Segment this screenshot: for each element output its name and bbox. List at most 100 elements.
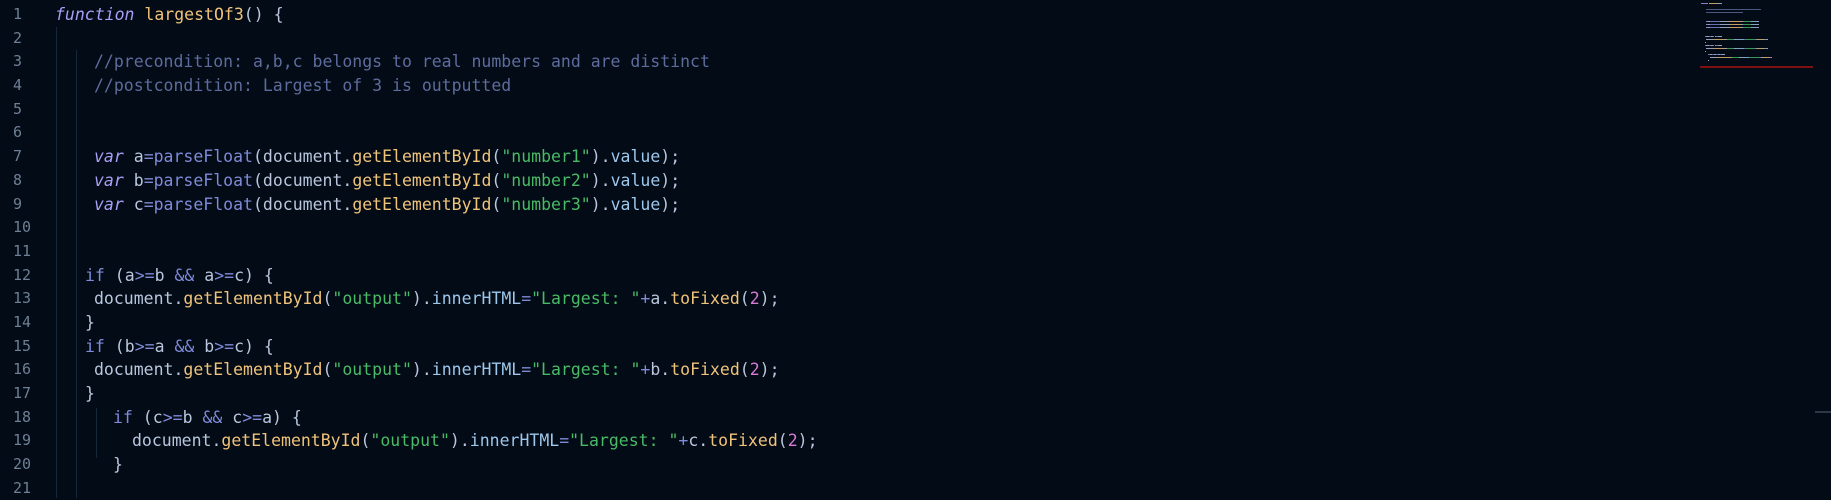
code-line[interactable]: if (a>=b && a>=c) { (0, 264, 1690, 288)
code-line[interactable] (0, 240, 1690, 264)
minimap-token (1756, 21, 1759, 23)
code-token: } (113, 455, 123, 475)
code-token: ( (360, 431, 371, 451)
code-token: a (123, 147, 144, 167)
code-token: "number1" (501, 147, 591, 167)
minimap-token (1718, 3, 1722, 5)
code-token: parseFloat (153, 194, 253, 214)
minimap-token (1707, 60, 1709, 62)
code-token: = (521, 289, 532, 309)
code-token: var (94, 194, 124, 214)
indent-guide (56, 27, 57, 498)
code-token: value (610, 147, 661, 167)
minimap-token (1705, 9, 1762, 11)
code-line[interactable]: if (b>=a && b>=c) { (0, 335, 1690, 359)
minimap-token (1745, 39, 1756, 41)
indent-guide (76, 50, 77, 498)
code-token: } (85, 312, 95, 332)
code-area[interactable]: function largestOf3() { //precondition: a… (0, 3, 1690, 500)
vertical-scrollbar[interactable] (1815, 0, 1831, 498)
code-token: getElementById (352, 147, 492, 167)
minimap-token (1736, 39, 1745, 41)
code-token: "Largest: " (531, 360, 641, 380)
code-token: >= (134, 265, 155, 285)
code-token: a) { (262, 407, 302, 427)
code-token: innerHTML (431, 289, 522, 309)
minimap-token (1710, 57, 1719, 59)
code-line[interactable]: var c=parseFloat(document.getElementById… (0, 193, 1690, 217)
minimap-token (1704, 42, 1706, 44)
code-line[interactable]: //precondition: a,b,c belongs to real nu… (0, 50, 1690, 74)
minimap-token (1718, 36, 1722, 38)
code-token: >= (214, 336, 235, 356)
code-line[interactable]: } (0, 453, 1690, 477)
code-line[interactable] (0, 121, 1690, 145)
minimap-token (1742, 27, 1751, 29)
code-line[interactable]: } (0, 382, 1690, 406)
code-token: 2 (749, 360, 760, 380)
code-token: c (222, 407, 243, 427)
minimap[interactable] (1700, 0, 1813, 70)
scrollbar-thumb[interactable] (1815, 411, 1831, 413)
code-line[interactable]: document.getElementById("output").innerH… (0, 287, 1690, 311)
code-token: a. (650, 289, 671, 309)
code-token: innerHTML (431, 360, 522, 380)
code-line[interactable]: //postcondition: Largest of 3 is outputt… (0, 74, 1690, 98)
code-token: innerHTML (469, 431, 560, 451)
code-token: 2 (787, 431, 798, 451)
code-token: 2 (749, 289, 760, 309)
code-token: parseFloat (153, 170, 253, 190)
code-line[interactable] (0, 216, 1690, 240)
code-line[interactable]: } (0, 311, 1690, 335)
code-token: value (610, 194, 661, 214)
code-token: ( (322, 360, 333, 380)
code-token: (b (104, 336, 135, 356)
code-token: //precondition: a,b,c belongs to real nu… (94, 52, 710, 72)
minimap-token (1720, 27, 1730, 29)
minimap-token (1705, 12, 1744, 14)
code-token: && (174, 336, 195, 356)
code-token: c (123, 194, 144, 214)
code-token: ( (491, 170, 502, 190)
code-token: toFixed (670, 360, 740, 380)
code-line[interactable]: var b=parseFloat(document.getElementById… (0, 169, 1690, 193)
code-line[interactable]: if (c>=b && c>=a) { (0, 406, 1690, 430)
code-line[interactable]: document.getElementById("output").innerH… (0, 358, 1690, 382)
code-token: "Largest: " (569, 431, 679, 451)
code-line[interactable]: function largestOf3() { (0, 3, 1690, 27)
code-line[interactable] (0, 477, 1690, 500)
code-token: b (182, 407, 203, 427)
code-token: ). (590, 194, 611, 214)
code-token: document. (132, 431, 222, 451)
code-line[interactable]: var a=parseFloat(document.getElementById… (0, 145, 1690, 169)
code-token: ). (590, 147, 611, 167)
code-token: "output" (332, 360, 412, 380)
code-token: = (143, 170, 154, 190)
code-token: parseFloat (153, 147, 253, 167)
code-token: "number2" (501, 170, 591, 190)
code-token: = (143, 147, 154, 167)
code-line[interactable]: document.getElementById("output").innerH… (0, 429, 1690, 453)
code-token: + (640, 289, 651, 309)
code-token: b. (650, 360, 671, 380)
minimap-token (1704, 51, 1706, 53)
code-token: ); (660, 147, 681, 167)
code-token: >= (134, 336, 155, 356)
code-token: largestOf3 (144, 5, 244, 24)
minimap-token (1718, 57, 1731, 59)
code-token: c) { (234, 265, 274, 285)
code-token: "output" (332, 289, 412, 309)
code-token: if (85, 265, 105, 285)
code-token: //postcondition: Largest of 3 is outputt… (94, 76, 512, 96)
code-token: c) { (234, 336, 274, 356)
indent-guide (96, 408, 97, 458)
code-token: = (559, 431, 570, 451)
code-line[interactable] (0, 27, 1690, 51)
minimap-token (1720, 21, 1730, 23)
code-token: value (610, 170, 661, 190)
code-line[interactable] (0, 98, 1690, 122)
code-editor[interactable]: 1 2 3 4 5 6 7 8 9 10 11 12 13 14 15 16 17 18 19 20 21 functi… (0, 0, 1831, 498)
code-token: c. (688, 431, 709, 451)
code-token: = (143, 194, 154, 214)
